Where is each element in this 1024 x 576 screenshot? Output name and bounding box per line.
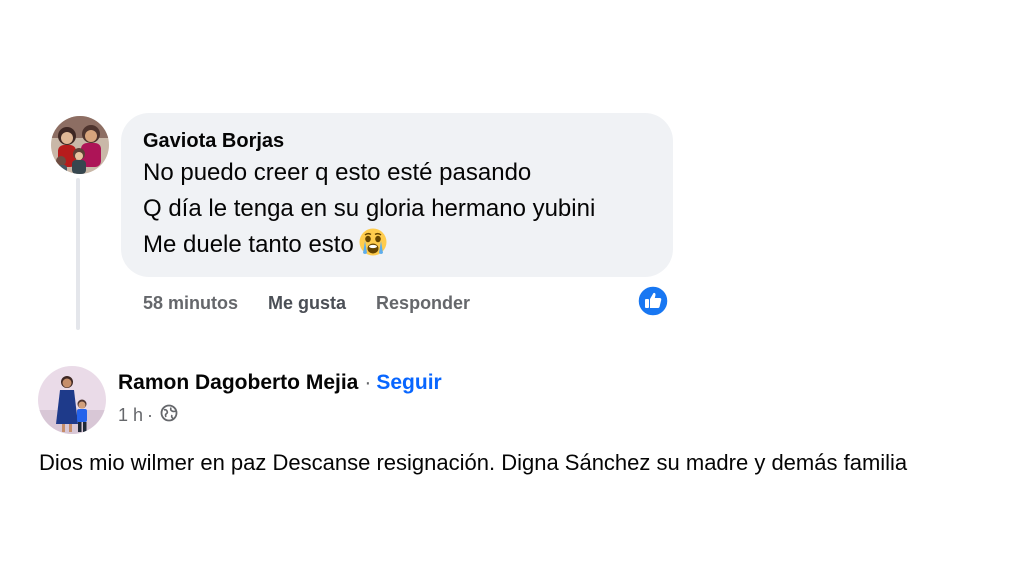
commenter-avatar[interactable] — [51, 116, 109, 174]
like-button[interactable]: Me gusta — [268, 293, 346, 314]
comment-text-line-3: Me duele tanto esto — [143, 231, 354, 258]
post-timestamp[interactable]: 1 h — [118, 405, 143, 426]
commenter-name[interactable]: Gaviota Borjas — [143, 127, 673, 155]
reply-button[interactable]: Responder — [376, 293, 470, 314]
header-separator: · — [364, 371, 372, 394]
post-meta: 1 h · — [118, 402, 178, 428]
poster-name[interactable]: Ramon Dagoberto Mejia — [118, 371, 358, 394]
comment-text-line-3-wrap: Me duele tanto esto — [143, 227, 673, 268]
comment-text-line-2: Q día le tenga en su gloria hermano yubi… — [143, 195, 596, 222]
crying-face-emoji — [358, 227, 388, 268]
meta-separator: · — [147, 404, 154, 425]
comment-bubble: Gaviota Borjas No puedo creer q esto est… — [121, 113, 673, 277]
post-body-text: Dios mio wilmer en paz Descanse resignac… — [39, 450, 908, 475]
poster-avatar[interactable] — [38, 366, 106, 434]
comment-text-line-1: No puedo creer q esto esté pasando — [143, 159, 532, 186]
poster-avatar-image — [38, 366, 106, 434]
comment-timestamp[interactable]: 58 minutos — [143, 293, 238, 314]
like-reaction-icon[interactable] — [637, 285, 669, 317]
comment-actions-bar: 58 minutos Me gusta Responder — [143, 290, 470, 316]
follow-button[interactable]: Seguir — [376, 371, 441, 394]
commenter-avatar-image — [51, 116, 109, 174]
post-header: Ramon Dagoberto Mejia · Seguir — [118, 368, 442, 398]
reply-thread-line — [76, 178, 80, 330]
globe-icon — [160, 404, 178, 427]
